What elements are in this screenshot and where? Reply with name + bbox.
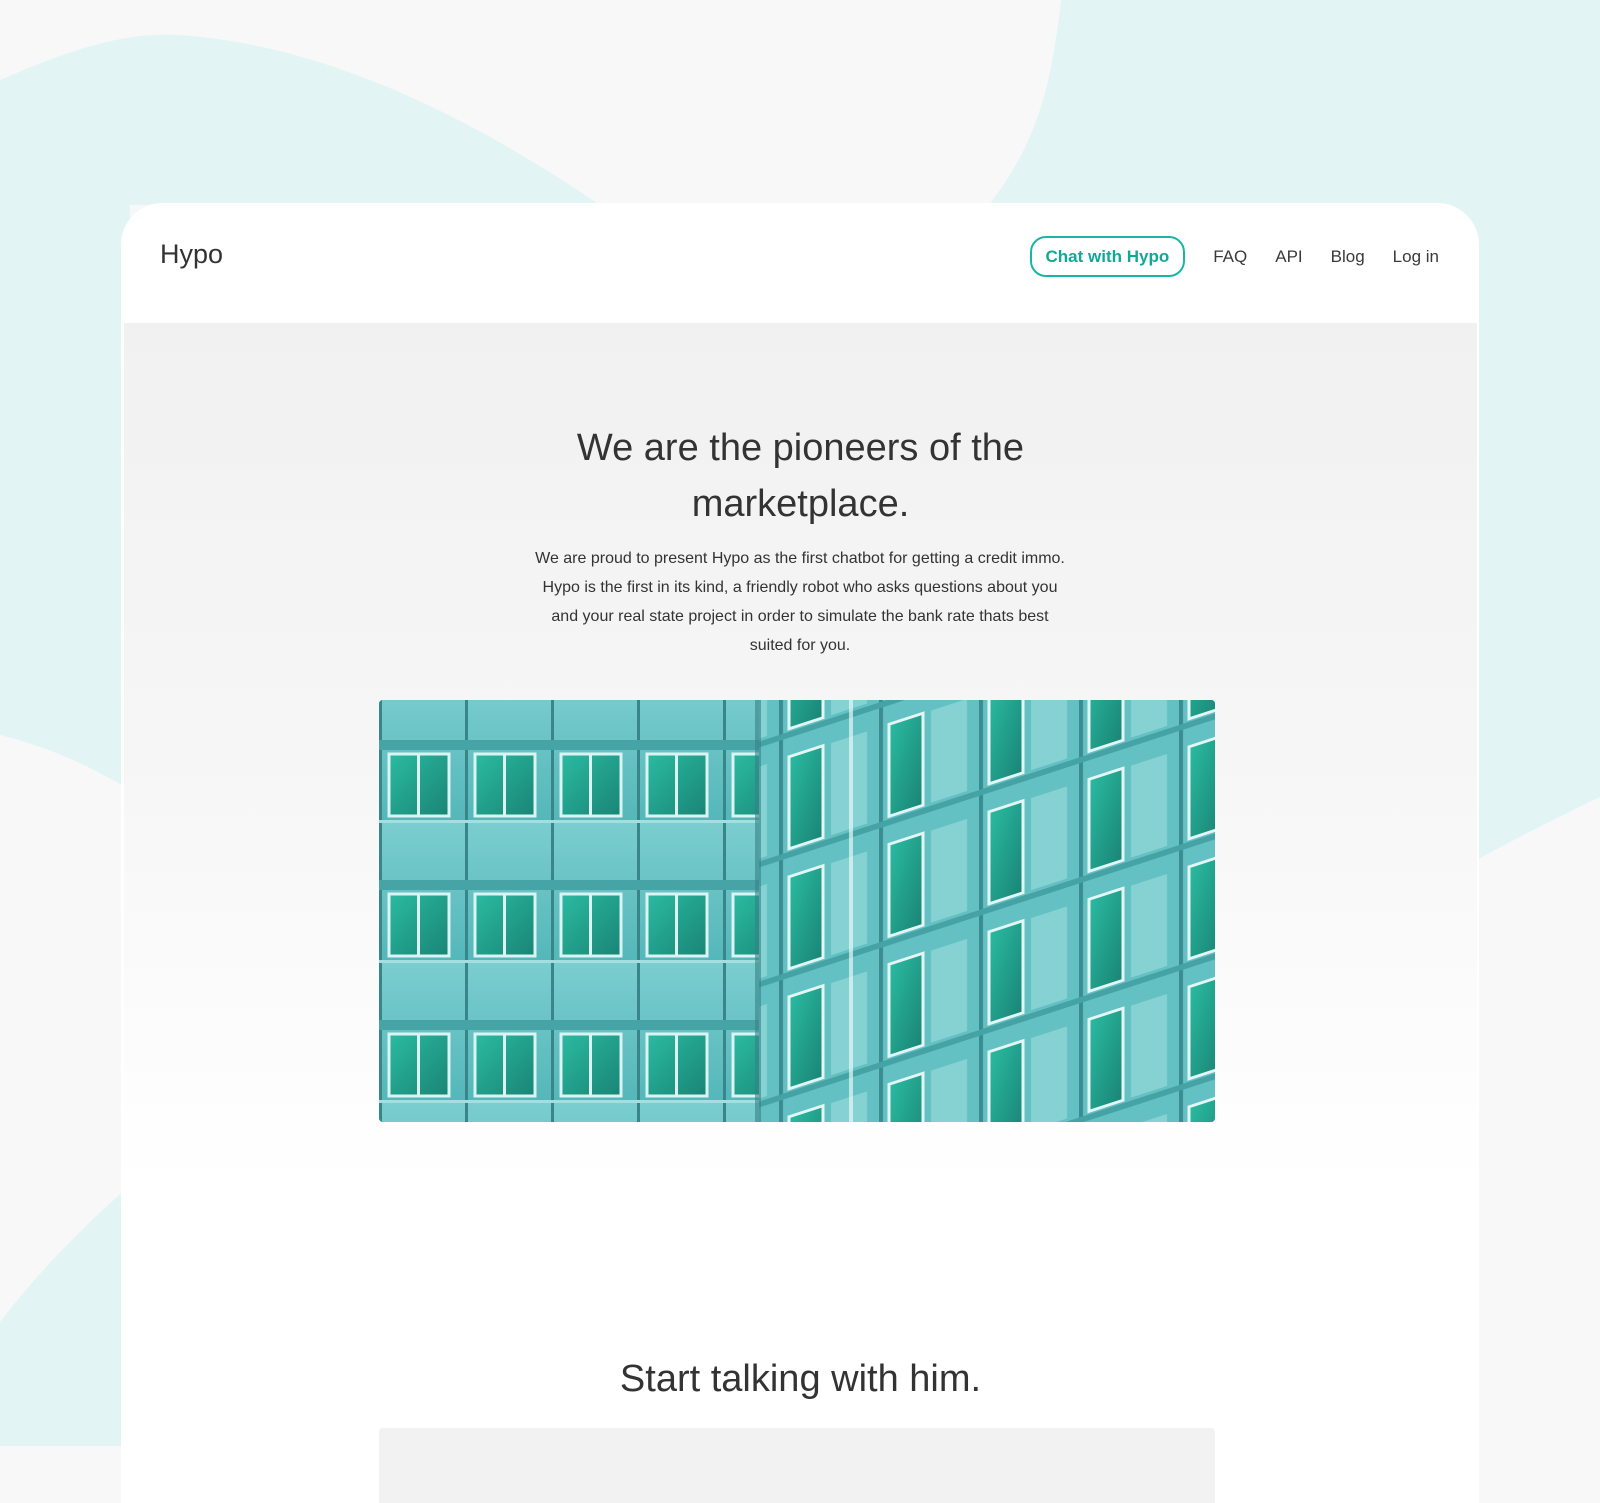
hero-description-line: suited for you. (749, 637, 851, 654)
top-navigation: Hypo Chat with Hypo FAQ API Blog Log in (121, 203, 1479, 323)
hero-description-line: We are proud to present Hypo as the firs… (535, 550, 1065, 567)
nav-link-api[interactable]: API (1275, 236, 1302, 277)
logo[interactable]: Hypo (160, 237, 223, 271)
building-facade-illustration (379, 700, 1215, 1122)
chat-preview-panel (379, 1428, 1215, 1503)
chat-with-hypo-button[interactable]: Chat with Hypo (1029, 236, 1186, 277)
background-blob-left (0, 205, 130, 790)
building-facade-image (379, 700, 1215, 1122)
nav-link-faq[interactable]: FAQ (1213, 236, 1247, 277)
section-title: Start talking with him. (619, 1358, 982, 1400)
nav-link-blog[interactable]: Blog (1331, 236, 1365, 277)
background-blob-top-left (0, 34, 600, 205)
hero-description-line: and your real state project in order to … (551, 608, 1049, 625)
hero-description-line: Hypo is the first in its kind, a friendl… (542, 579, 1058, 596)
hero-description: We are proud to present Hypo as the firs… (500, 544, 1100, 660)
background-blob-bottom-left (0, 1185, 130, 1446)
hero-title-line-1: We are the pioneers of the (576, 427, 1025, 469)
hero-title: We are the pioneers of the marketplace. (124, 420, 1477, 532)
nav-links: Chat with Hypo FAQ API Blog Log in (1029, 236, 1439, 277)
site-window: Hypo Chat with Hypo FAQ API Blog Log in … (121, 203, 1479, 1503)
hero-section: We are the pioneers of the marketplace. … (124, 323, 1477, 1323)
nav-link-log-in[interactable]: Log in (1393, 236, 1439, 277)
hero-title-line-2: marketplace. (691, 483, 910, 525)
